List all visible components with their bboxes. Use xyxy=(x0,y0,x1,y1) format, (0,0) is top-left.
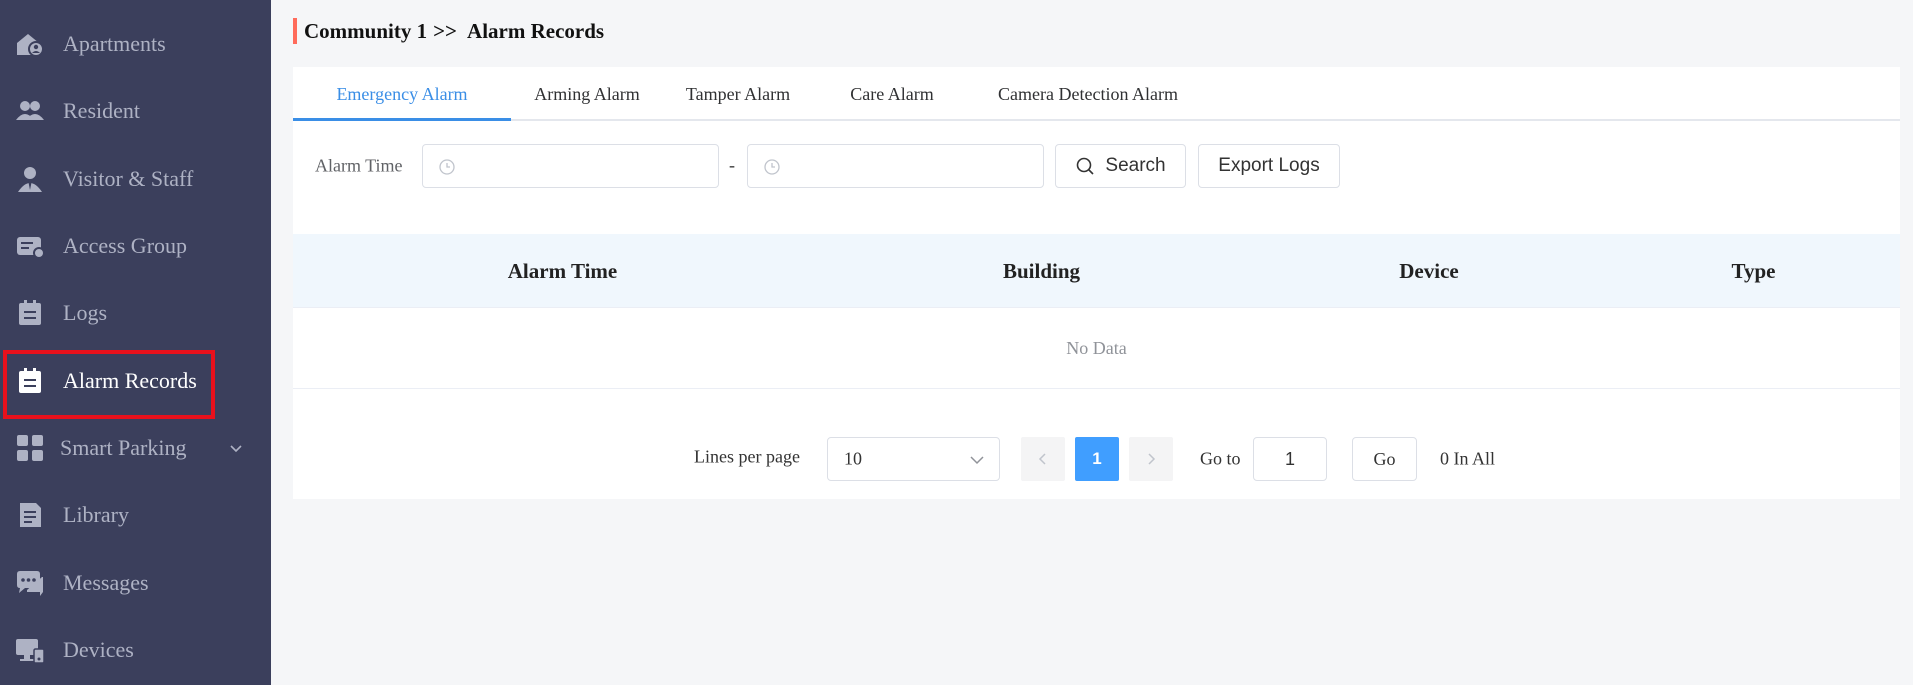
tab-camera-detection-alarm[interactable]: Camera Detection Alarm xyxy=(971,67,1205,121)
tab-emergency-alarm[interactable]: Emergency Alarm xyxy=(293,67,511,121)
alarm-records-icon xyxy=(14,365,46,397)
sidebar-item-label: Library xyxy=(63,502,129,527)
chevron-down-icon[interactable] xyxy=(228,440,244,456)
smart-parking-icon xyxy=(14,432,46,464)
goto-label: Go to xyxy=(1200,448,1241,469)
tab-arming-alarm[interactable]: Arming Alarm xyxy=(511,67,663,121)
visitor-staff-icon xyxy=(14,163,46,195)
empty-state-text: No Data xyxy=(293,308,1900,389)
breadcrumb-separator: >> xyxy=(433,18,458,43)
table-header: Alarm Time Building Device Type xyxy=(293,234,1900,308)
lines-per-page-label: Lines per page xyxy=(694,446,800,467)
sidebar-item-devices[interactable]: Devices xyxy=(0,616,271,684)
next-page-button[interactable] xyxy=(1129,437,1173,481)
sidebar-item-messages[interactable]: Messages xyxy=(0,549,271,617)
breadcrumb-parent[interactable]: Community 1 xyxy=(304,19,427,44)
sidebar-item-resident[interactable]: Resident xyxy=(0,77,271,145)
sidebar-item-label: Logs xyxy=(63,300,107,325)
alarm-records-panel: Emergency Alarm Arming Alarm Tamper Alar… xyxy=(293,67,1900,499)
lines-per-page-select[interactable]: 10 xyxy=(827,437,1000,481)
active-tab-indicator xyxy=(293,118,511,121)
export-logs-label: Export Logs xyxy=(1218,155,1320,176)
logs-icon xyxy=(14,297,46,329)
search-button[interactable]: Search xyxy=(1055,144,1186,188)
search-icon xyxy=(1077,157,1094,175)
tab-care-alarm[interactable]: Care Alarm xyxy=(813,67,971,121)
sidebar-item-label: Messages xyxy=(63,570,149,595)
alarm-tabs: Emergency Alarm Arming Alarm Tamper Alar… xyxy=(293,67,1900,121)
page-number-button[interactable]: 1 xyxy=(1075,437,1119,481)
start-time-input[interactable] xyxy=(422,144,719,188)
sidebar-item-label: Devices xyxy=(63,637,134,662)
access-group-icon xyxy=(14,230,46,262)
clock-icon xyxy=(439,159,455,175)
sidebar-item-label: Alarm Records xyxy=(63,368,197,393)
sidebar-item-label: Apartments xyxy=(63,31,166,56)
prev-page-button[interactable] xyxy=(1021,437,1065,481)
goto-page-input[interactable]: 1 xyxy=(1253,437,1327,481)
apartments-icon xyxy=(14,28,46,60)
go-button[interactable]: Go xyxy=(1352,437,1417,481)
column-header-device: Device xyxy=(1399,258,1459,283)
sidebar-item-label: Resident xyxy=(63,98,140,123)
column-header-type: Type xyxy=(1731,258,1776,283)
total-count: 0 In All xyxy=(1440,448,1496,469)
resident-icon xyxy=(14,95,46,127)
sidebar-item-alarm-records[interactable]: Alarm Records xyxy=(0,347,271,415)
page-title: Alarm Records xyxy=(467,18,605,43)
column-header-building: Building xyxy=(1002,258,1081,283)
export-logs-button[interactable]: Export Logs xyxy=(1198,144,1340,188)
alarm-time-label: Alarm Time xyxy=(315,155,403,176)
chevron-right-icon xyxy=(1148,453,1156,465)
range-separator: - xyxy=(729,155,735,175)
sidebar-item-label: Smart Parking xyxy=(60,435,187,460)
library-icon xyxy=(14,499,46,531)
messages-icon xyxy=(14,567,46,599)
devices-icon xyxy=(14,634,46,666)
column-header-alarm-time: Alarm Time xyxy=(507,258,618,283)
clock-icon xyxy=(764,159,780,175)
sidebar-item-smart-parking[interactable]: Smart Parking xyxy=(0,414,271,482)
sidebar-item-visitor-staff[interactable]: Visitor & Staff xyxy=(0,145,271,213)
end-time-input[interactable] xyxy=(747,144,1044,188)
sidebar-item-library[interactable]: Library xyxy=(0,481,271,549)
sidebar-item-label: Visitor & Staff xyxy=(63,166,194,191)
breadcrumb-accent-bar xyxy=(293,18,297,44)
sidebar-item-apartments[interactable]: Apartments xyxy=(0,10,271,78)
lines-per-page-value: 10 xyxy=(844,448,862,469)
sidebar-item-logs[interactable]: Logs xyxy=(0,279,271,347)
sidebar: Apartments Resident Visitor & Staff Acce… xyxy=(0,0,271,685)
tab-tamper-alarm[interactable]: Tamper Alarm xyxy=(663,67,813,121)
chevron-down-icon xyxy=(970,456,984,465)
chevron-left-icon xyxy=(1038,453,1046,465)
search-button-label: Search xyxy=(1105,155,1166,176)
sidebar-item-label: Access Group xyxy=(63,233,188,258)
breadcrumb: Community 1 >> Alarm Records xyxy=(293,16,604,46)
sidebar-item-access-group[interactable]: Access Group xyxy=(0,212,271,280)
